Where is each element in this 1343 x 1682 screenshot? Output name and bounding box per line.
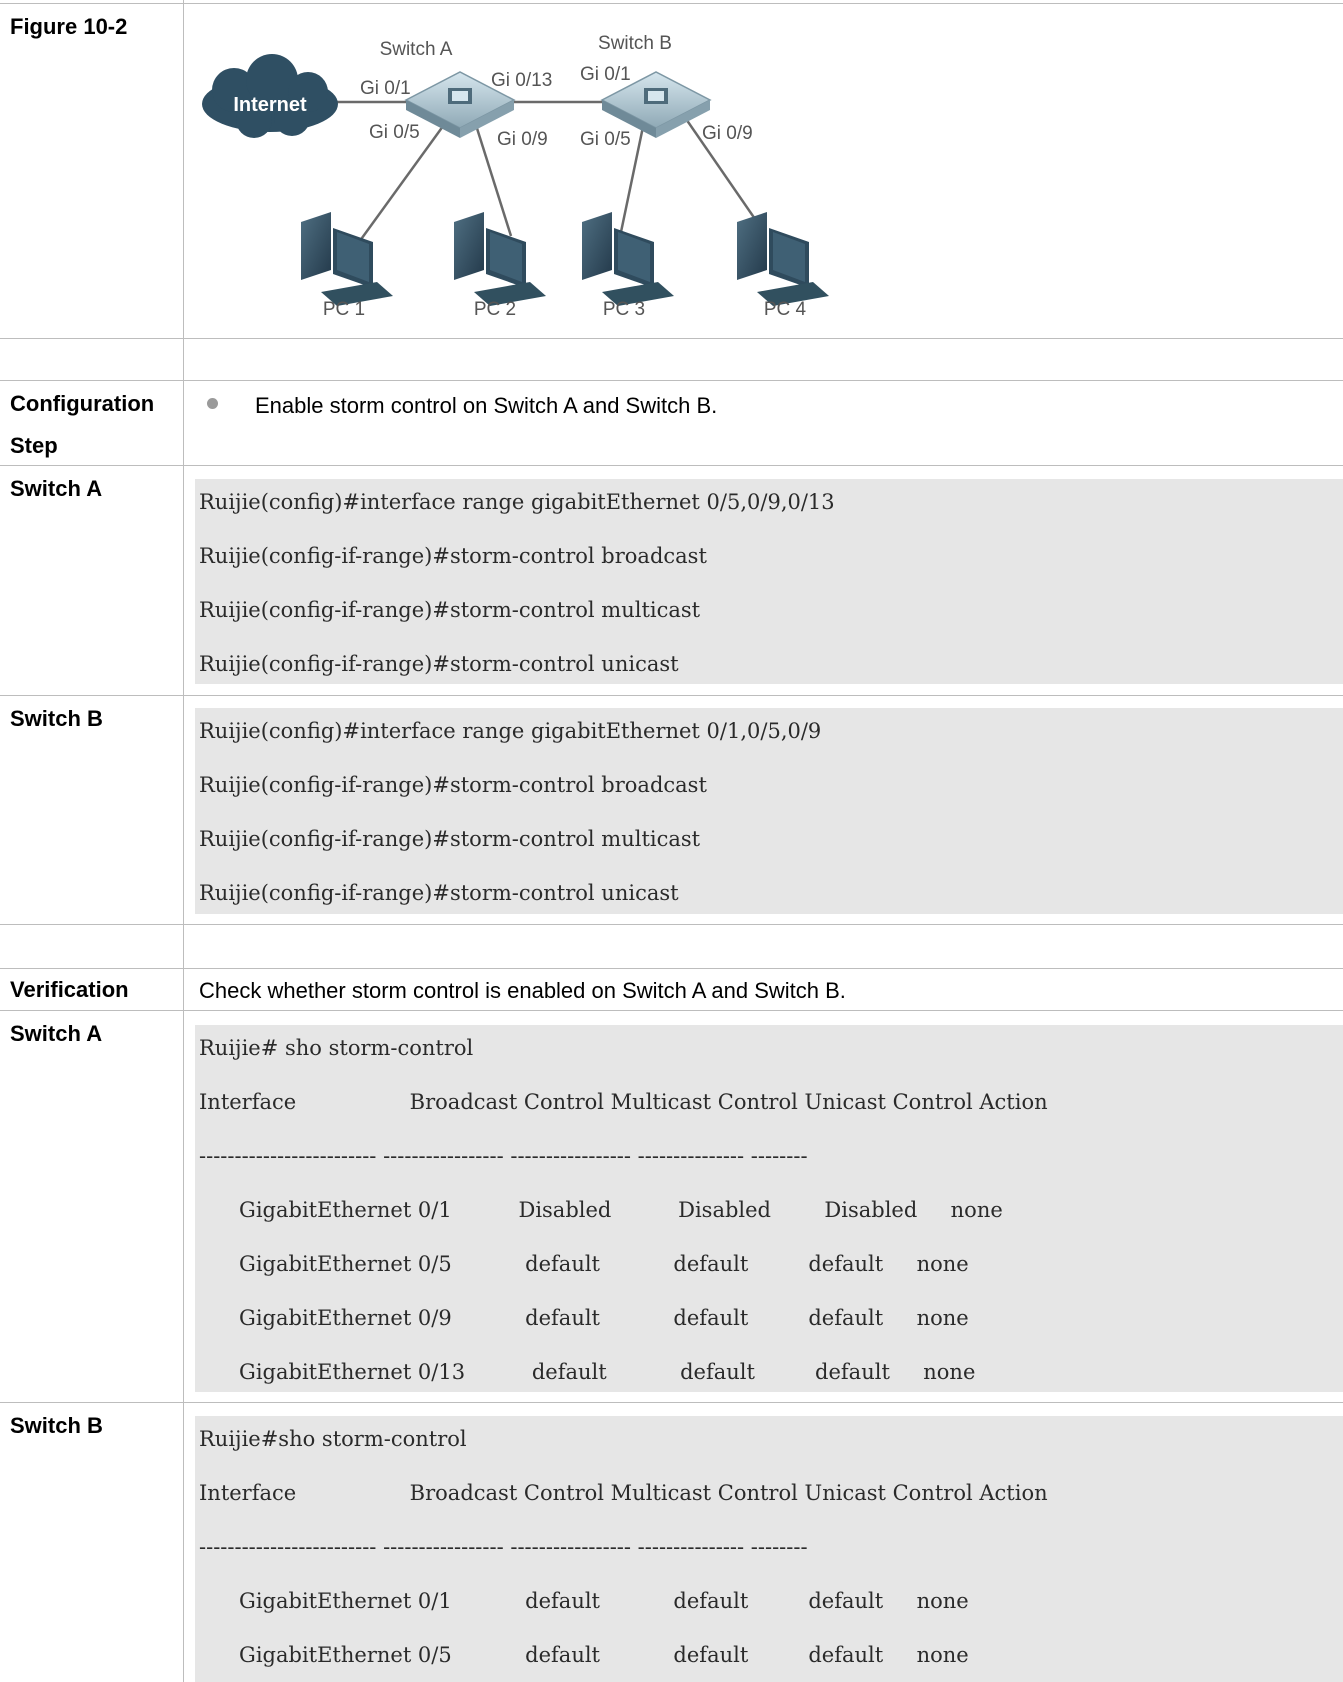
code-line: Interface Broadcast Control Multicast Co… [199, 1090, 1048, 1114]
port-label: Gi 0/13 [491, 70, 552, 91]
port-label: Gi 0/5 [369, 122, 420, 143]
bullet-icon [207, 398, 218, 409]
code-line: Ruijie#sho storm-control [199, 1427, 467, 1451]
row-divider [0, 924, 1343, 925]
configuration-label-step: Step [10, 433, 58, 458]
verification-label: Verification [10, 977, 129, 1002]
row-divider [0, 1010, 1343, 1011]
pc-2-icon [454, 212, 546, 306]
configuration-label: Configuration [10, 391, 155, 416]
row-divider [0, 968, 1343, 969]
config-switch-b-label: Switch B [10, 706, 103, 731]
code-line: Ruijie(config-if-range)#storm-control mu… [199, 598, 701, 622]
code-line: ------------------------- --------------… [199, 1144, 808, 1168]
verify-switch-a-output: Ruijie# sho storm-control Interface Broa… [195, 1025, 1343, 1392]
port-label: Gi 0/9 [702, 123, 753, 144]
row-divider [0, 695, 1343, 696]
verify-switch-a-label: Switch A [10, 1021, 103, 1046]
figure-label: Figure 10-2 [10, 14, 128, 39]
pc-label: PC 1 [323, 299, 365, 320]
pc-4-icon [737, 212, 829, 306]
pc-label: PC 3 [603, 299, 645, 320]
code-line: Ruijie# sho storm-control [199, 1036, 474, 1060]
internet-label: Internet [233, 94, 307, 116]
config-switch-b-code: Ruijie(config)#interface range gigabitEt… [195, 708, 1343, 914]
pc-label: PC 2 [474, 299, 516, 320]
code-line: GigabitEthernet 0/1 Disabled Disabled Di… [199, 1198, 1003, 1222]
code-line: GigabitEthernet 0/1 default default defa… [199, 1589, 969, 1613]
row-divider [0, 465, 1343, 466]
port-label: Gi 0/5 [580, 129, 631, 150]
code-line: GigabitEthernet 0/5 default default defa… [199, 1252, 969, 1276]
port-label: Gi 0/9 [497, 129, 548, 150]
row-divider [0, 338, 1343, 339]
code-line: Ruijie(config-if-range)#storm-control br… [199, 544, 707, 568]
verify-switch-b-label: Switch B [10, 1413, 103, 1438]
code-line: GigabitEthernet 0/5 default default defa… [199, 1643, 969, 1667]
code-line: Interface Broadcast Control Multicast Co… [199, 1481, 1048, 1505]
config-bullet-text: Enable storm control on Switch A and Swi… [255, 393, 718, 418]
row-divider [0, 380, 1343, 381]
port-label: Gi 0/1 [580, 64, 631, 85]
pc-1-icon [301, 212, 393, 306]
code-line: Ruijie(config-if-range)#storm-control un… [199, 652, 679, 676]
verify-switch-b-output: Ruijie#sho storm-control Interface Broad… [195, 1416, 1343, 1682]
code-line: GigabitEthernet 0/9 default default defa… [199, 1306, 969, 1330]
code-line: Ruijie(config-if-range)#storm-control br… [199, 773, 707, 797]
code-line: ------------------------- --------------… [199, 1535, 808, 1559]
row-divider [0, 1402, 1343, 1403]
port-label: Gi 0/1 [360, 78, 411, 99]
switch-a-label: Switch A [380, 39, 453, 60]
code-line: Ruijie(config)#interface range gigabitEt… [199, 490, 835, 514]
switch-b-label: Switch B [598, 33, 672, 54]
code-line: Ruijie(config-if-range)#storm-control mu… [199, 827, 701, 851]
code-line: GigabitEthernet 0/13 default default def… [199, 1360, 976, 1384]
pc-label: PC 4 [764, 299, 807, 320]
config-switch-a-label: Switch A [10, 476, 103, 501]
code-line: Ruijie(config)#interface range gigabitEt… [199, 719, 822, 743]
code-line: Ruijie(config-if-range)#storm-control un… [199, 881, 679, 905]
topology-diagram: Internet Switch A Switch B Gi 0/1 Gi 0/1… [202, 33, 829, 320]
pc-3-icon [582, 212, 674, 306]
verification-text: Check whether storm control is enabled o… [199, 978, 846, 1003]
config-switch-a-code: Ruijie(config)#interface range gigabitEt… [195, 479, 1343, 684]
